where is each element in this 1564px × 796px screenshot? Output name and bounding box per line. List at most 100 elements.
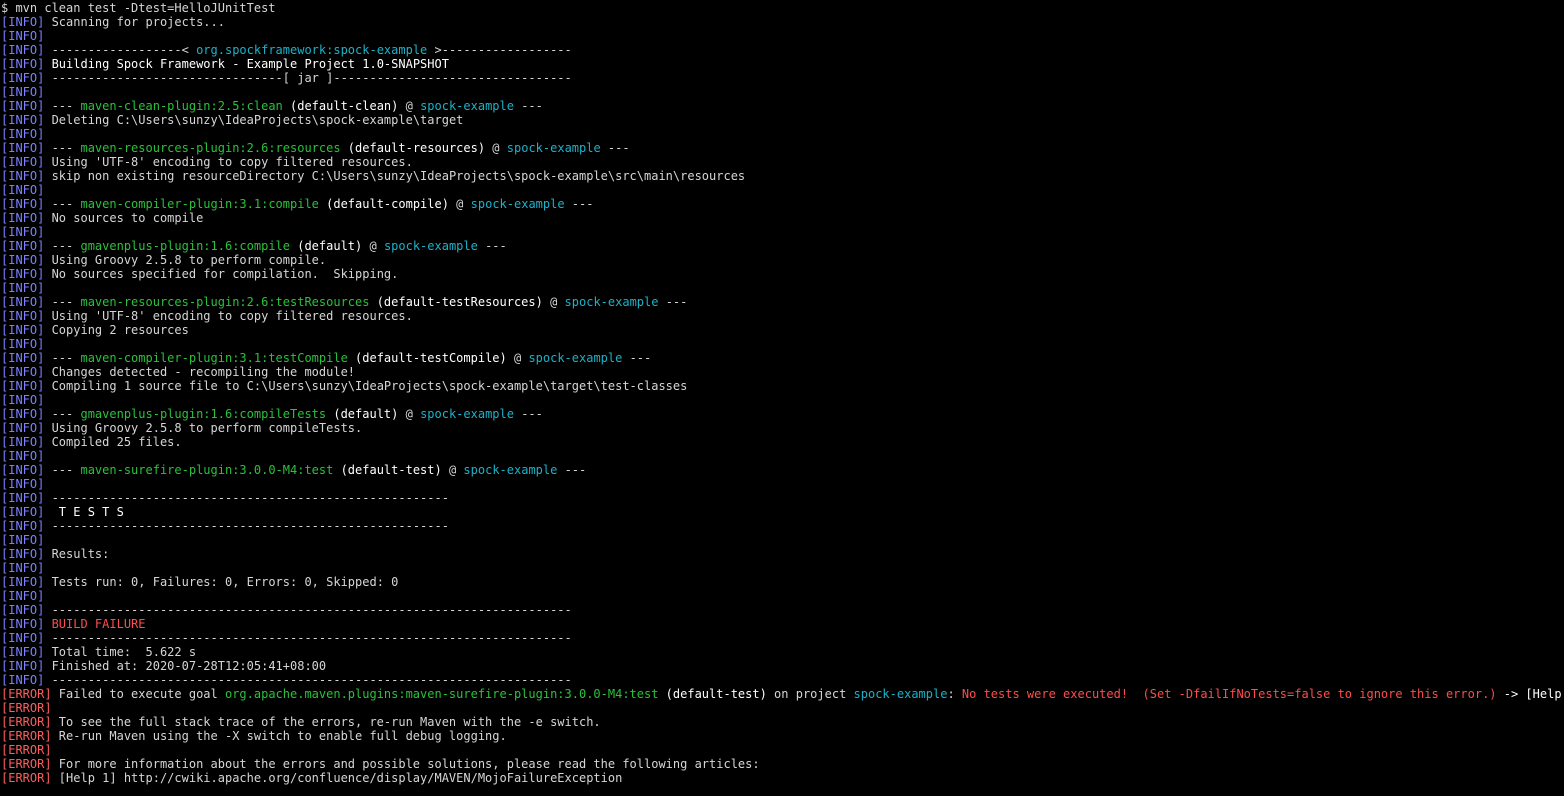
log-text: T E S T S <box>44 505 124 519</box>
log-text: ----------------------------------------… <box>44 519 449 533</box>
terminal-line: [INFO] No sources specified for compilat… <box>1 267 1561 281</box>
log-text: Using 'UTF-8' encoding to copy filtered … <box>44 309 413 323</box>
log-level-info: [INFO] <box>1 421 45 435</box>
log-text: gmavenplus-plugin:1.6:compileTests <box>80 407 327 421</box>
log-text: spock-example <box>506 141 601 155</box>
terminal-line: [INFO] --- gmavenplus-plugin:1.6:compile… <box>1 407 1561 421</box>
log-text: (default) <box>326 407 399 421</box>
terminal-line: [INFO] --- maven-surefire-plugin:3.0.0-M… <box>1 463 1561 477</box>
log-level-error: [ERROR] <box>1 771 52 785</box>
terminal-line: [INFO] Using 'UTF-8' encoding to copy fi… <box>1 155 1561 169</box>
log-text: @ <box>485 141 507 155</box>
log-text: maven-surefire-plugin:3.0.0-M4:test <box>80 463 334 477</box>
terminal-line: [INFO] ---------------------------------… <box>1 519 1561 533</box>
log-text: Re-run Maven using the -X switch to enab… <box>51 729 507 743</box>
log-level-info: [INFO] <box>1 351 45 365</box>
terminal-line: [INFO] <box>1 533 1561 547</box>
log-text: --- <box>44 99 81 113</box>
log-text: To see the full stack trace of the error… <box>51 715 601 729</box>
terminal-line: [INFO] T E S T S <box>1 505 1561 519</box>
log-text: ----------------------------------------… <box>44 603 572 617</box>
log-text: --- <box>44 239 81 253</box>
terminal-line: [ERROR] For more information about the e… <box>1 757 1561 771</box>
log-text: : <box>947 687 962 701</box>
terminal-line: [INFO] Changes detected - recompiling th… <box>1 365 1561 379</box>
log-level-info: [INFO] <box>1 323 45 337</box>
log-text: org.apache.maven.plugins:maven-surefire-… <box>224 687 659 701</box>
log-level-info: [INFO] <box>1 337 45 351</box>
log-level-info: [INFO] <box>1 631 45 645</box>
log-text: ----------------------------------------… <box>44 491 449 505</box>
terminal-line: [ERROR] <box>1 701 1561 715</box>
log-level-info: [INFO] <box>1 225 45 239</box>
terminal-line: [INFO] ---------------------------------… <box>1 673 1561 687</box>
log-text: For more information about the errors an… <box>51 757 760 771</box>
terminal-line: [INFO] Compiling 1 source file to C:\Use… <box>1 379 1561 393</box>
log-text: ----------------------------------------… <box>44 631 572 645</box>
log-level-info: [INFO] <box>1 43 45 57</box>
log-text: Scanning for projects... <box>44 15 225 29</box>
terminal-line: [INFO] <box>1 449 1561 463</box>
log-level-info: [INFO] <box>1 155 45 169</box>
terminal-line: [INFO] <box>1 85 1561 99</box>
log-text: @ <box>506 351 529 365</box>
log-level-info: [INFO] <box>1 505 45 519</box>
terminal-line: [INFO] ------------------< org.spockfram… <box>1 43 1561 57</box>
terminal-line: [INFO] <box>1 29 1561 43</box>
log-level-info: [INFO] <box>1 141 45 155</box>
terminal-line: [INFO] --------------------------------[… <box>1 71 1561 85</box>
log-text: (default-testResources) <box>369 295 543 309</box>
terminal-line: [INFO] Deleting C:\Users\sunzy\IdeaProje… <box>1 113 1561 127</box>
terminal-line: [INFO] <box>1 127 1561 141</box>
terminal-line: [INFO] Results: <box>1 547 1561 561</box>
log-text: (default-testCompile) <box>347 351 507 365</box>
log-text: @ <box>398 99 421 113</box>
log-text: --- <box>44 407 81 421</box>
terminal-line: [INFO] ---------------------------------… <box>1 631 1561 645</box>
terminal-line: [INFO] <box>1 561 1561 575</box>
log-text: maven-compiler-plugin:3.1:testCompile <box>80 351 348 365</box>
log-level-info: [INFO] <box>1 71 45 85</box>
log-text: spock-example <box>853 687 948 701</box>
log-text: --- <box>477 239 507 253</box>
terminal-output[interactable]: $ mvn clean test -Dtest=HelloJUnitTest [I… <box>1 1 1561 795</box>
terminal-line: [INFO] Using 'UTF-8' encoding to copy fi… <box>1 309 1561 323</box>
log-text: Building Spock Framework - Example Proje… <box>44 57 449 71</box>
log-text: Deleting C:\Users\sunzy\IdeaProjects\spo… <box>44 113 464 127</box>
log-level-info: [INFO] <box>1 15 45 29</box>
log-level-info: [INFO] <box>1 603 45 617</box>
log-text: (default-compile) <box>318 197 449 211</box>
log-level-error: [ERROR] <box>1 757 52 771</box>
log-text: maven-resources-plugin:2.6:testResources <box>80 295 370 309</box>
terminal-line: [INFO] Total time: 5.622 s <box>1 645 1561 659</box>
log-level-info: [INFO] <box>1 449 45 463</box>
log-text: (default-clean) <box>282 99 399 113</box>
log-text: org.spockframework:spock-example <box>196 43 428 57</box>
log-text: $ mvn clean test -Dtest=HelloJUnitTest <box>1 1 276 15</box>
log-text: Compiled 25 files. <box>44 435 182 449</box>
terminal-line: [INFO] ---------------------------------… <box>1 603 1561 617</box>
log-text: --- <box>513 99 543 113</box>
log-level-info: [INFO] <box>1 211 45 225</box>
log-level-info: [INFO] <box>1 253 45 267</box>
log-level-info: [INFO] <box>1 57 45 71</box>
terminal-line: [INFO] ---------------------------------… <box>1 491 1561 505</box>
log-level-info: [INFO] <box>1 673 45 687</box>
log-level-info: [INFO] <box>1 127 45 141</box>
terminal-line: [ERROR] Re-run Maven using the -X switch… <box>1 729 1561 743</box>
log-level-info: [INFO] <box>1 659 45 673</box>
log-text: --- <box>44 463 81 477</box>
log-text: ------------------< <box>44 43 197 57</box>
log-text: BUILD FAILURE <box>44 617 146 631</box>
log-text: Results: <box>44 547 110 561</box>
terminal-line: [INFO] Finished at: 2020-07-28T12:05:41+… <box>1 659 1561 673</box>
log-text: spock-example <box>528 351 623 365</box>
terminal-line: [ERROR] <box>1 743 1561 757</box>
log-text: (default-test) <box>333 463 442 477</box>
log-level-error: [ERROR] <box>1 743 52 757</box>
log-text: spock-example <box>420 407 514 421</box>
terminal-line: [INFO] --- gmavenplus-plugin:1.6:compile… <box>1 239 1561 253</box>
log-level-info: [INFO] <box>1 463 45 477</box>
log-level-info: [INFO] <box>1 309 45 323</box>
log-text: Using 'UTF-8' encoding to copy filtered … <box>44 155 413 169</box>
